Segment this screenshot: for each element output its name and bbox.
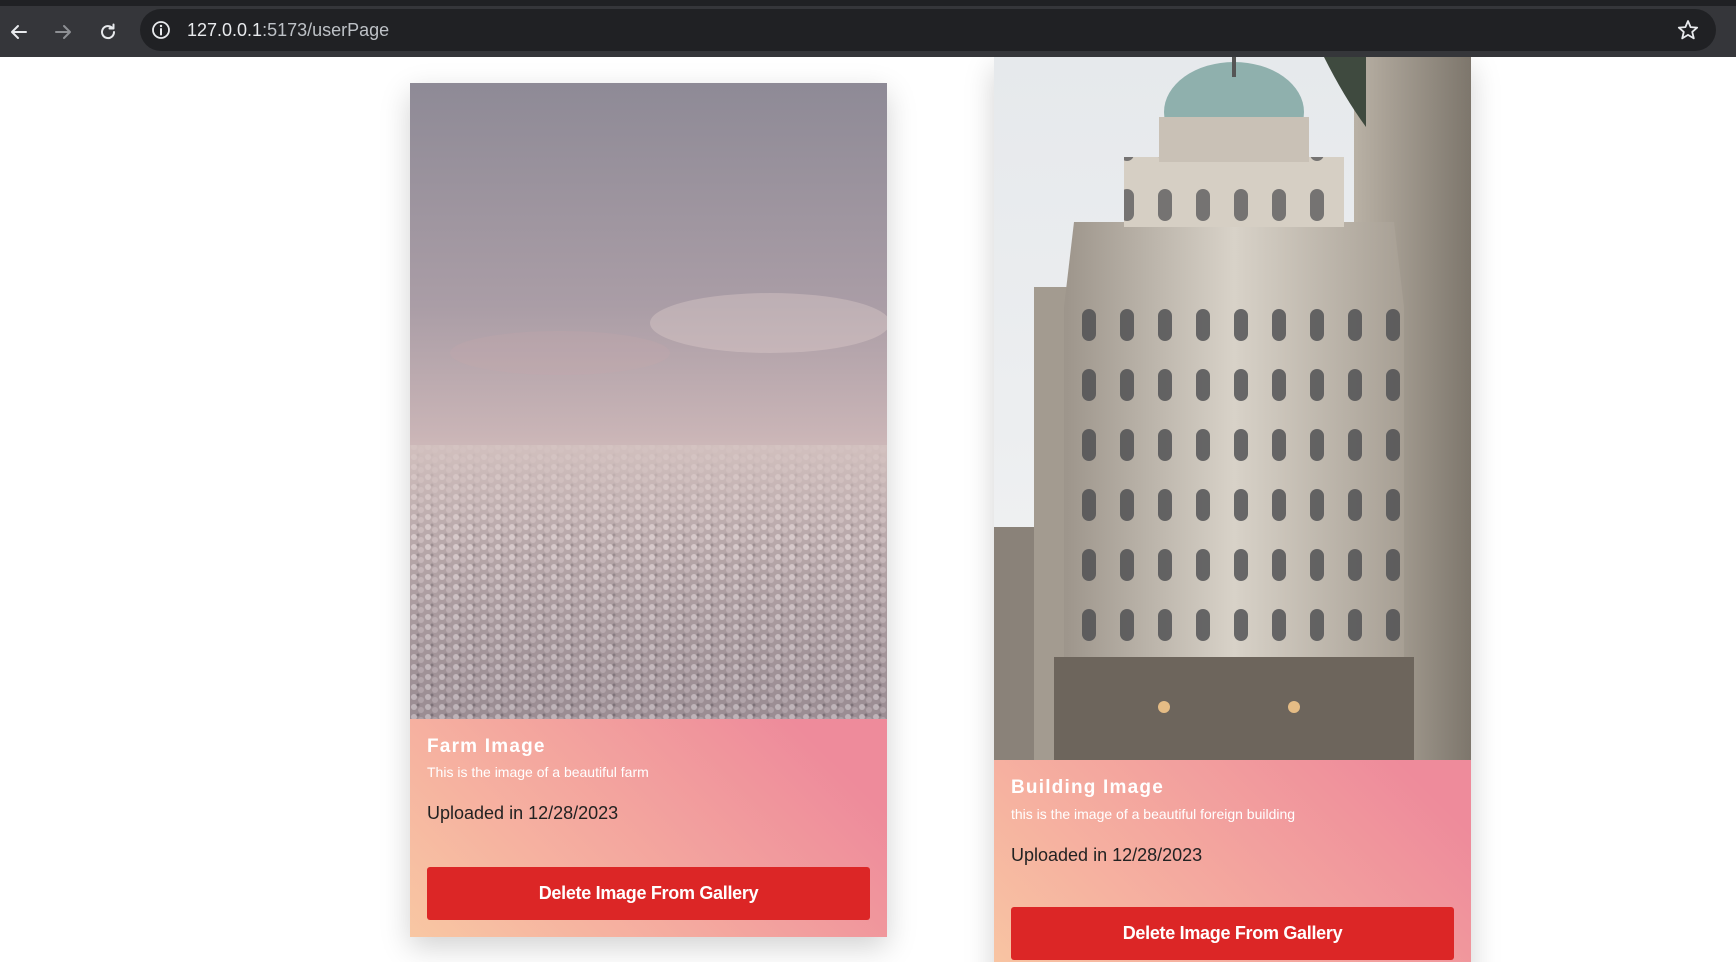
- browser-toolbar: 127.0.0.1:5173/userPage: [0, 0, 1736, 57]
- reload-icon: [101, 23, 116, 40]
- gallery-image: [994, 57, 1471, 760]
- back-button[interactable]: [3, 16, 35, 48]
- user-page: Farm Image This is the image of a beauti…: [0, 57, 1736, 962]
- arrow-right-icon: [55, 25, 71, 39]
- url-text[interactable]: 127.0.0.1:5173/userPage: [187, 9, 389, 51]
- delete-image-button[interactable]: Delete Image From Gallery: [1011, 907, 1454, 960]
- url-path: :5173/userPage: [262, 20, 390, 40]
- card-description: This is the image of a beautiful farm: [427, 764, 649, 780]
- arrow-left-icon: [11, 25, 27, 39]
- gallery-image: [410, 83, 887, 719]
- url-host: 127.0.0.1: [187, 20, 263, 40]
- gallery-card: Building Image this is the image of a be…: [994, 57, 1471, 962]
- card-title: Farm Image: [427, 736, 546, 757]
- card-title: Building Image: [1011, 777, 1164, 798]
- card-upload-date: Uploaded in 12/28/2023: [427, 803, 619, 823]
- delete-image-button[interactable]: Delete Image From Gallery: [427, 867, 870, 920]
- gallery-card: Farm Image This is the image of a beauti…: [410, 83, 887, 937]
- forward-button[interactable]: [47, 16, 79, 48]
- card-description: this is the image of a beautiful foreign…: [1011, 806, 1296, 822]
- address-bar[interactable]: 127.0.0.1:5173/userPage: [140, 9, 1716, 51]
- card-upload-date: Uploaded in 12/28/2023: [1011, 845, 1203, 865]
- info-icon[interactable]: [151, 20, 171, 40]
- star-icon[interactable]: [1676, 18, 1700, 42]
- reload-button[interactable]: [92, 16, 124, 48]
